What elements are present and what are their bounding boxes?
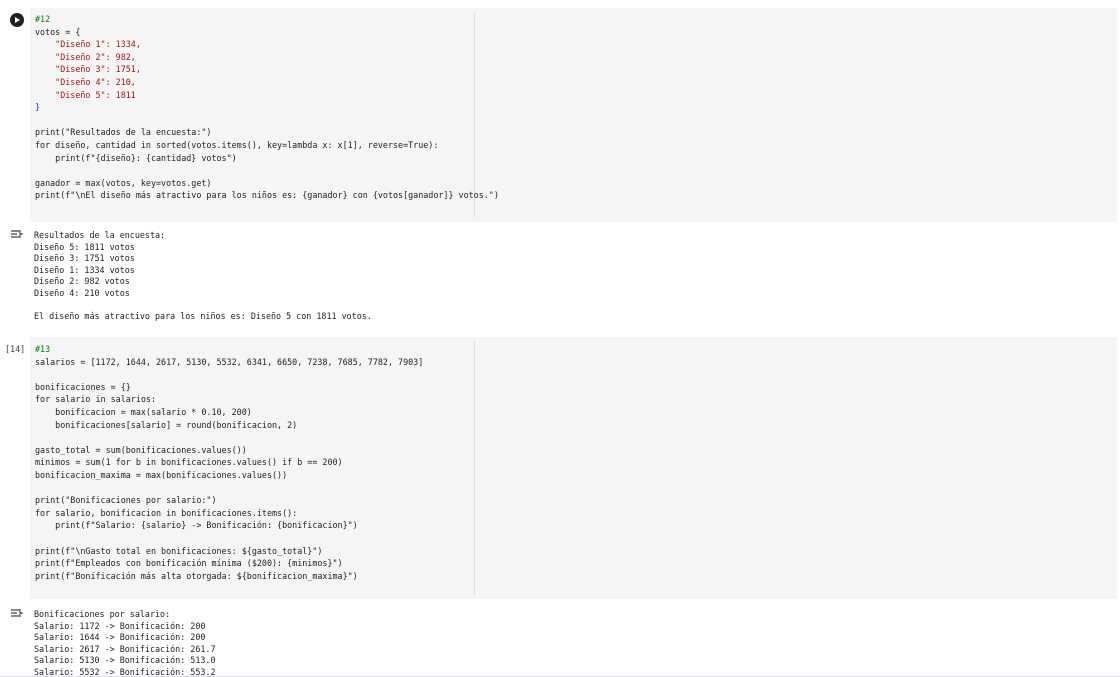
output-text: Resultados de la encuesta: Diseño 5: 181… xyxy=(34,230,372,323)
output-line: Diseño 1: 1334 votos xyxy=(34,264,135,275)
output-line: Salario: 2617 -> Bonificación: 261.7 xyxy=(34,643,216,654)
code-line: "Diseño 3": 1751, xyxy=(35,64,141,75)
code-line: print(f"\nGasto total en bonificaciones:… xyxy=(35,545,323,556)
run-cell-button[interactable] xyxy=(10,13,24,27)
code-line: print("Bonificaciones por salario:") xyxy=(35,495,217,506)
output-line: Resultados de la encuesta: xyxy=(34,230,166,240)
code-line: print(f"Salario: {salario} -> Bonificaci… xyxy=(35,520,358,531)
code-line: print(f"\nEl diseño más atractivo para l… xyxy=(35,190,499,201)
code-source[interactable]: #12 votos = { "Diseño 1": 1334, "Diseño … xyxy=(35,13,499,202)
output-line: Diseño 4: 210 votos xyxy=(34,287,130,298)
output-toggle-icon[interactable] xyxy=(10,229,24,239)
output-line: Diseño 3: 1751 votos xyxy=(34,253,135,264)
code-line: bonificaciones[salario] = round(bonifica… xyxy=(35,419,298,430)
output-line: Salario: 5130 -> Bonificación: 513.0 xyxy=(34,655,216,666)
code-line: #13 xyxy=(35,344,51,354)
code-line: #12 xyxy=(35,14,51,24)
code-line: salarios = [1172, 1644, 2617, 5130, 5532… xyxy=(35,356,424,367)
output-line: Salario: 1172 -> Bonificación: 200 xyxy=(34,620,206,631)
code-line: bonificaciones = {} xyxy=(35,381,131,392)
code-cell-13[interactable]: [14] #13 salarios = [1172, 1644, 2617, 5… xyxy=(0,337,1117,599)
code-line: print(f"Bonificación más alta otorgada: … xyxy=(35,570,358,581)
code-line: votos = { xyxy=(35,26,81,37)
output-line: Diseño 5: 1811 votos xyxy=(34,241,135,252)
code-line: print(f"{diseño}: {cantidad} votos") xyxy=(35,152,237,163)
code-cell-12[interactable]: #12 votos = { "Diseño 1": 1334, "Diseño … xyxy=(0,8,1117,222)
output-cell-13: Bonificaciones por salario: Salario: 117… xyxy=(0,605,1117,676)
code-line: "Diseño 2": 982, xyxy=(35,51,136,62)
code-line: } xyxy=(35,102,41,113)
output-text: Bonificaciones por salario: Salario: 117… xyxy=(34,609,216,676)
code-line: print(f"Empleados con bonificación mínim… xyxy=(35,558,343,569)
output-line: Salario: 5532 -> Bonificación: 553.2 xyxy=(34,666,216,676)
output-toggle-icon[interactable] xyxy=(10,608,24,618)
code-line: "Diseño 4": 210, xyxy=(35,76,136,87)
line-length-ruler xyxy=(474,341,475,595)
output-line: Salario: 1644 -> Bonificación: 200 xyxy=(34,632,206,643)
output-line: Diseño 2: 982 votos xyxy=(34,276,130,287)
code-line: minimos = sum(1 for b in bonificaciones.… xyxy=(35,457,343,468)
execution-count: [14] xyxy=(5,344,26,354)
output-line: Bonificaciones por salario: xyxy=(34,609,171,619)
code-line: "Diseño 5": 1811 xyxy=(35,89,136,100)
code-line: for salario, bonificacion in bonificacio… xyxy=(35,507,298,518)
code-line: for diseño, cantidad in sorted(votos.ite… xyxy=(35,139,439,150)
code-line: ganador = max(votos, key=votos.get) xyxy=(35,177,212,188)
output-line: El diseño más atractivo para los niños e… xyxy=(34,311,372,322)
code-source[interactable]: #13 salarios = [1172, 1644, 2617, 5130, … xyxy=(35,343,423,582)
notebook: #12 votos = { "Diseño 1": 1334, "Diseño … xyxy=(0,0,1120,677)
code-line: "Diseño 1": 1334, xyxy=(35,39,141,50)
code-line: bonificacion = max(salario * 0.10, 200) xyxy=(35,406,252,417)
output-cell-12: Resultados de la encuesta: Diseño 5: 181… xyxy=(0,226,1117,334)
code-line: bonificacion_maxima = max(bonificaciones… xyxy=(35,469,288,480)
code-line: gasto_total = sum(bonificaciones.values(… xyxy=(35,444,247,455)
code-line: print("Resultados de la encuesta:") xyxy=(35,127,212,138)
code-line: for salario in salarios: xyxy=(35,394,157,405)
